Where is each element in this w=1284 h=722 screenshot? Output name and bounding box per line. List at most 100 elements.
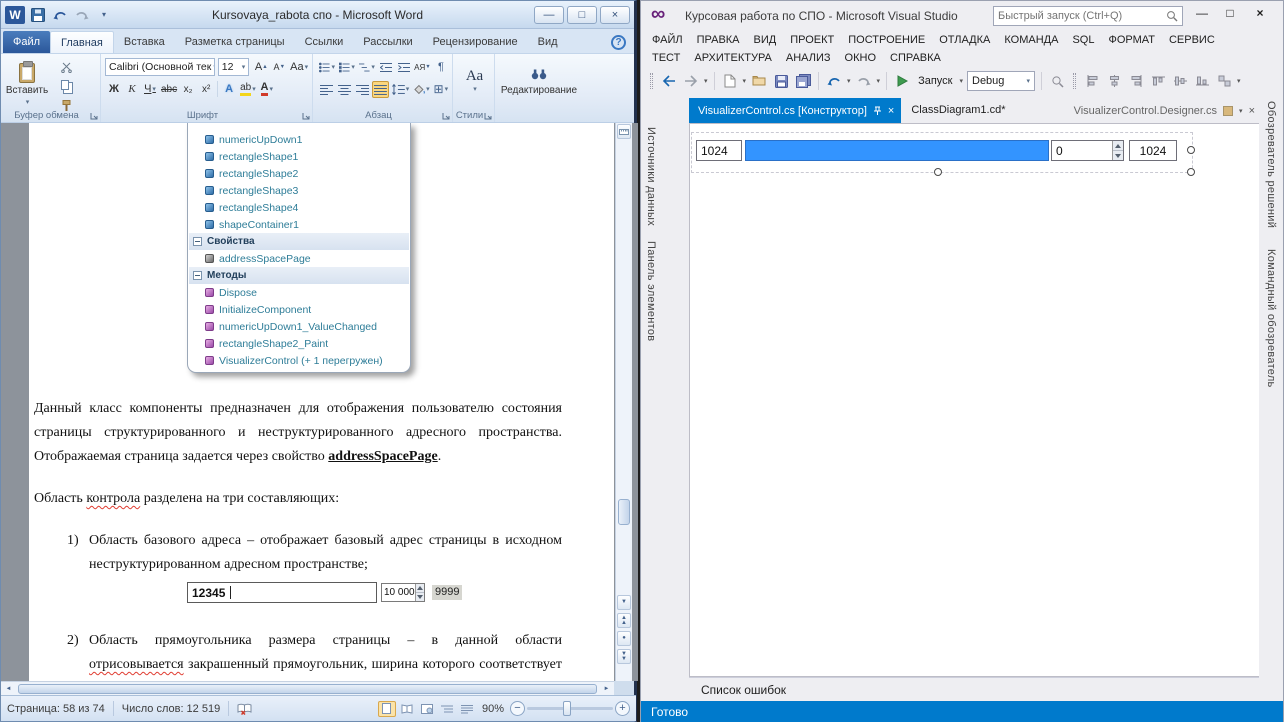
bullets-button[interactable]: ▾ [318, 59, 336, 76]
save-icon[interactable] [29, 6, 47, 24]
menu-format[interactable]: ФОРМАТ [1101, 32, 1162, 48]
zoom-in-icon[interactable]: + [615, 701, 630, 716]
next-page-icon[interactable]: ▼▼ [617, 649, 631, 664]
align-middles-icon[interactable] [1171, 71, 1189, 91]
tab-references[interactable]: Ссылки [295, 31, 354, 53]
tab-mailings[interactable]: Рассылки [353, 31, 422, 53]
select-browse-object-icon[interactable]: ● [617, 631, 631, 646]
grow-font-button[interactable]: А▲ [253, 59, 269, 76]
increase-indent-button[interactable] [396, 59, 412, 76]
resize-handle-corner[interactable] [1187, 168, 1195, 176]
align-centers-icon[interactable] [1105, 71, 1123, 91]
menu-team[interactable]: КОМАНДА [997, 32, 1065, 48]
menu-file[interactable]: ФАЙЛ [645, 32, 690, 48]
new-file-icon[interactable] [721, 71, 739, 91]
font-dialog-launcher[interactable] [301, 111, 311, 121]
panel-tab-data-sources[interactable]: Источники данных [645, 127, 657, 226]
toolbar-grip[interactable] [650, 73, 653, 89]
multilevel-list-button[interactable]: ▾ [358, 59, 376, 76]
spell-check-icon[interactable] [237, 703, 252, 715]
zoom-level[interactable]: 90% [482, 703, 504, 715]
align-lefts-icon[interactable] [1083, 71, 1101, 91]
designer-page-rectangle[interactable] [745, 140, 1049, 161]
styles-dialog-launcher[interactable] [483, 111, 493, 121]
view-draft-button[interactable] [458, 701, 476, 717]
align-center-button[interactable] [336, 81, 352, 98]
spin-down-icon[interactable] [1113, 151, 1123, 160]
tab-insert[interactable]: Вставка [114, 31, 175, 53]
close-button[interactable]: × [600, 6, 630, 24]
sort-button[interactable]: АЯ▼ [414, 59, 431, 76]
subscript-button[interactable]: x₂ [180, 81, 196, 98]
strikethrough-button[interactable]: abc [160, 81, 178, 98]
designer-size-textbox[interactable]: 1024 [1129, 140, 1177, 161]
qat-customize-icon[interactable]: ▾ [95, 6, 113, 24]
tab-review[interactable]: Рецензирование [423, 31, 528, 53]
quick-launch-input[interactable] [998, 10, 1166, 22]
new-file-dropdown-icon[interactable]: ▾ [743, 77, 747, 85]
tab-list-dropdown-icon[interactable]: ▾ [1239, 107, 1243, 115]
scrollbar-thumb[interactable] [618, 499, 630, 525]
bold-button[interactable]: Ж [106, 81, 122, 98]
align-rights-icon[interactable] [1127, 71, 1145, 91]
tab-home[interactable]: Главная [50, 31, 114, 53]
toolbar-options-icon[interactable]: ▾ [1237, 77, 1241, 85]
zoom-out-icon[interactable]: − [510, 701, 525, 716]
redo-icon[interactable] [73, 6, 91, 24]
document-page[interactable]: numericUpDown1 rectangleShape1 rectangle… [29, 123, 614, 681]
scroll-right-icon[interactable]: ► [599, 683, 614, 695]
align-left-button[interactable] [318, 81, 334, 98]
help-icon[interactable]: ? [611, 35, 626, 50]
view-web-layout-button[interactable] [418, 701, 436, 717]
menu-debug[interactable]: ОТЛАДКА [932, 32, 997, 48]
save-all-icon[interactable] [794, 71, 812, 91]
scrollbar-thumb[interactable] [18, 684, 597, 694]
underline-button[interactable]: Ч▾ [142, 81, 158, 98]
resize-handle-right[interactable] [1187, 146, 1195, 154]
font-size-select[interactable]: 12 ▾ [218, 58, 249, 76]
change-case-button[interactable]: Аа▾ [289, 59, 309, 76]
menu-test[interactable]: ТЕСТ [645, 50, 687, 66]
shading-button[interactable]: ▾ [412, 81, 430, 98]
make-same-size-icon[interactable] [1215, 71, 1233, 91]
zoom-slider[interactable] [527, 707, 613, 710]
menu-build[interactable]: ПОСТРОЕНИЕ [841, 32, 932, 48]
navigate-back-icon[interactable] [660, 71, 678, 91]
menu-tools[interactable]: СЕРВИС [1162, 32, 1222, 48]
tab-view[interactable]: Вид [528, 31, 568, 53]
borders-button[interactable]: ⊞▾ [433, 81, 449, 98]
navigate-dropdown-icon[interactable]: ▾ [704, 77, 708, 85]
align-tops-icon[interactable] [1149, 71, 1167, 91]
scroll-down-icon[interactable]: ▼ [617, 595, 631, 610]
toolbar-grip[interactable] [1073, 73, 1076, 89]
menu-window[interactable]: ОКНО [838, 50, 883, 66]
menu-view[interactable]: ВИД [747, 32, 784, 48]
run-button-label[interactable]: Запуск [918, 75, 952, 87]
close-tab-icon[interactable]: × [888, 105, 894, 117]
menu-help[interactable]: СПРАВКА [883, 50, 948, 66]
font-color-button[interactable]: А▾ [259, 81, 275, 98]
highlight-color-button[interactable]: ab▾ [239, 81, 257, 98]
paragraph-dialog-launcher[interactable] [441, 111, 451, 121]
superscript-button[interactable]: x² [198, 81, 214, 98]
page-indicator[interactable]: Страница: 58 из 74 [7, 703, 105, 715]
run-icon[interactable] [893, 71, 911, 91]
restore-button[interactable]: □ [567, 6, 597, 24]
tab-page-layout[interactable]: Разметка страницы [175, 31, 295, 53]
decrease-indent-button[interactable] [378, 59, 394, 76]
spin-up-icon[interactable] [1113, 141, 1123, 151]
view-outline-button[interactable] [438, 701, 456, 717]
designer-numeric-updown[interactable]: 0 [1051, 140, 1124, 161]
redo-icon[interactable] [855, 71, 873, 91]
undo-icon[interactable] [51, 6, 69, 24]
styles-button[interactable]: Аа ▾ [457, 57, 492, 103]
panel-tab-team-explorer[interactable]: Командный обозреватель [1265, 249, 1277, 388]
word-count[interactable]: Число слов: 12 519 [122, 703, 220, 715]
redo-dropdown-icon[interactable]: ▾ [877, 77, 881, 85]
designer-address-textbox[interactable]: 1024 [696, 140, 742, 161]
error-list-panel[interactable]: Список ошибок [689, 677, 1259, 701]
view-fullscreen-button[interactable] [398, 701, 416, 717]
text-effects-button[interactable]: А [221, 81, 237, 98]
close-button[interactable]: × [1247, 3, 1273, 23]
vertical-scrollbar[interactable]: ▼ ▲▲ ● ▼▼ [615, 123, 632, 681]
